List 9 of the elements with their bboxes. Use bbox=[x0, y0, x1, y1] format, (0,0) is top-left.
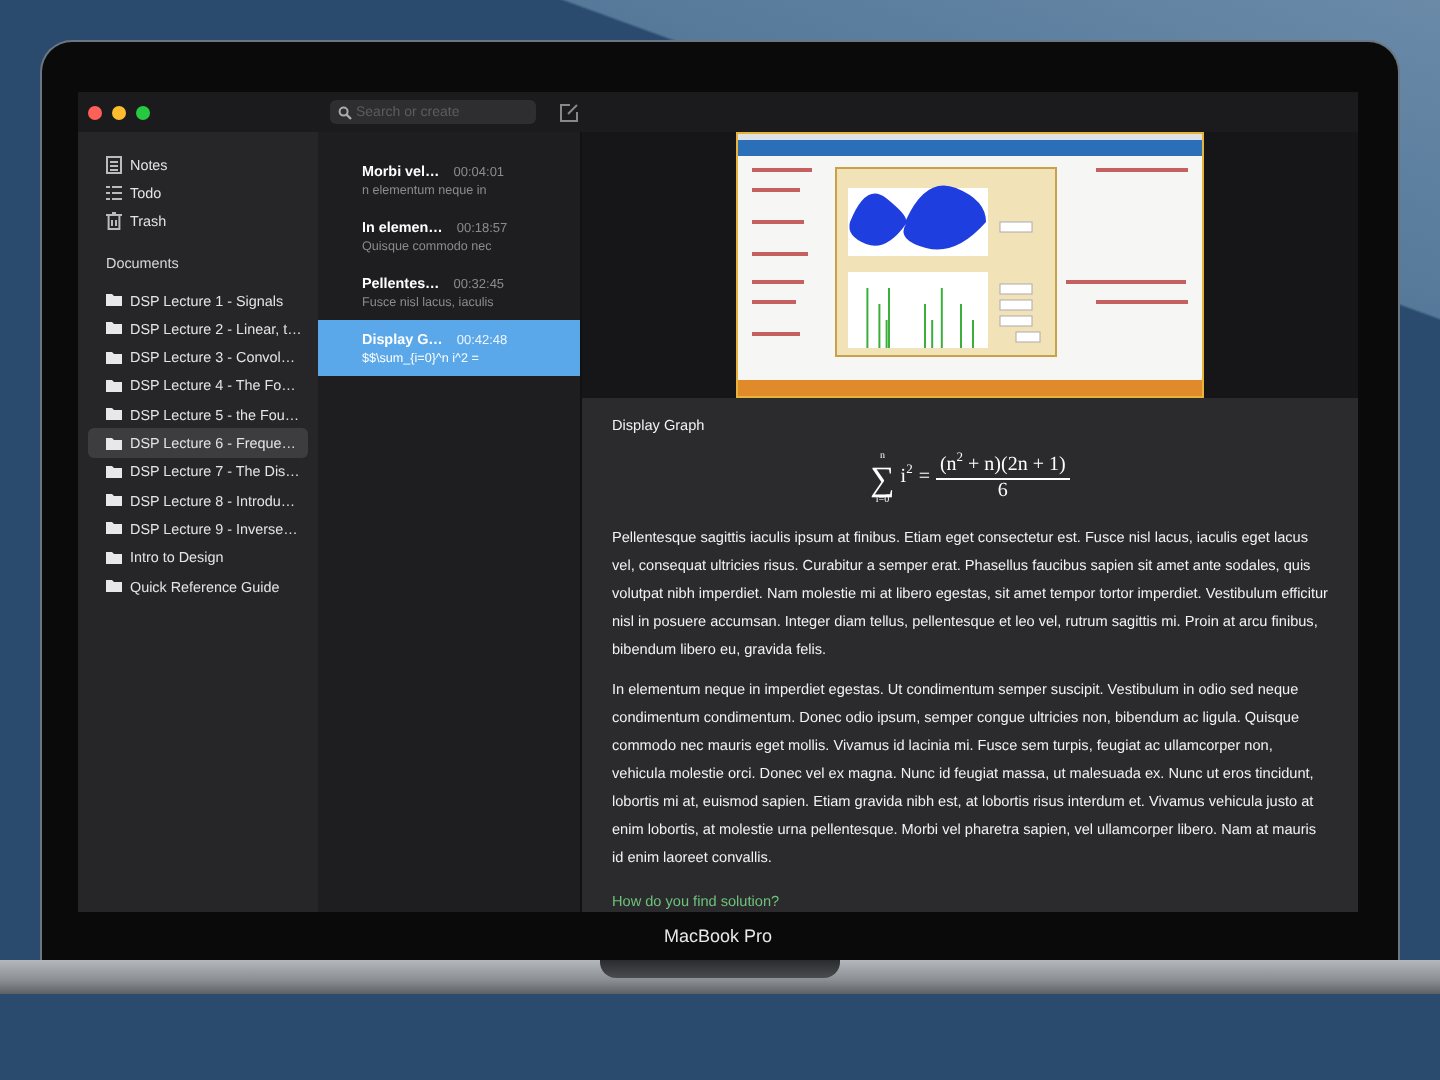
list-icon bbox=[106, 183, 122, 202]
trash-icon bbox=[106, 212, 122, 231]
search-icon bbox=[338, 105, 352, 119]
close-button[interactable] bbox=[88, 105, 102, 119]
zoom-button[interactable] bbox=[136, 105, 150, 119]
notes-icon bbox=[106, 155, 122, 174]
compose-icon[interactable] bbox=[560, 103, 578, 121]
device-label: MacBook Pro bbox=[663, 926, 773, 946]
minimize-button[interactable] bbox=[112, 105, 126, 119]
